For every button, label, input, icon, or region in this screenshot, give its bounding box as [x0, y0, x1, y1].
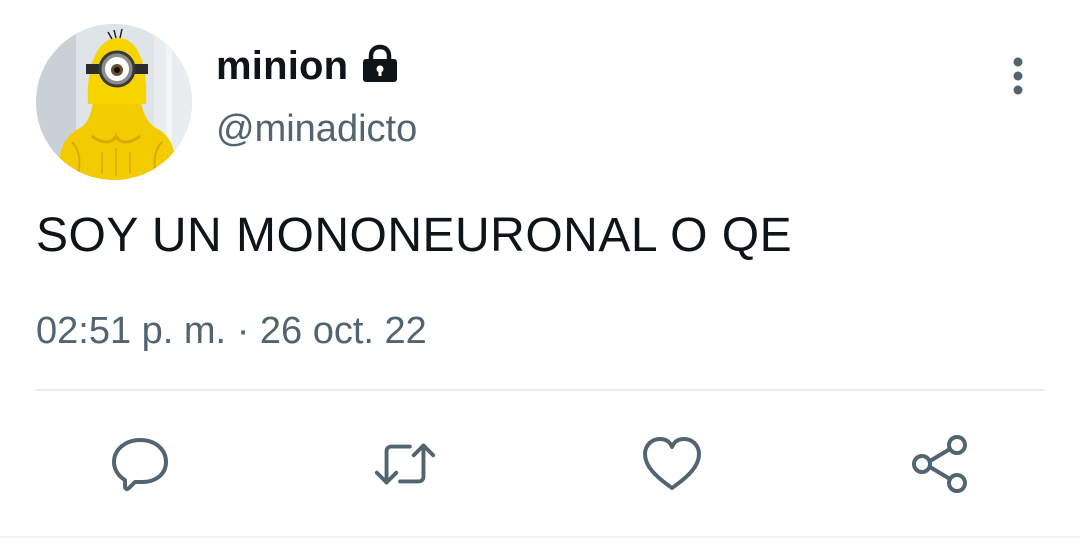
- user-handle[interactable]: @minadicto: [216, 108, 417, 151]
- reply-button[interactable]: [106, 430, 174, 498]
- minion-avatar-image: [36, 24, 192, 180]
- retweet-button[interactable]: [371, 430, 439, 498]
- tweet-meta: 02:51 p. m. · 26 oct. 22: [36, 310, 427, 353]
- more-vertical-icon: [1013, 57, 1023, 95]
- tweet-detail: minion @minadicto SOY UN MONONEURONAL O …: [0, 0, 1080, 555]
- share-icon: [912, 435, 967, 493]
- more-options-button[interactable]: [996, 50, 1040, 102]
- meta-separator: ·: [236, 310, 250, 352]
- divider: [36, 389, 1044, 391]
- heart-icon: [643, 437, 701, 490]
- tweet-time[interactable]: 02:51 p. m.: [36, 310, 226, 352]
- tweet-date[interactable]: 26 oct. 22: [260, 310, 427, 352]
- share-button[interactable]: [906, 430, 974, 498]
- tweet-text: SOY UN MONONEURONAL O QE: [36, 209, 793, 262]
- lock-icon: [358, 44, 402, 84]
- like-button[interactable]: [638, 430, 706, 498]
- author-name-row: minion: [216, 40, 402, 92]
- reply-icon: [112, 438, 168, 492]
- avatar[interactable]: [36, 24, 192, 180]
- bottom-divider: [0, 536, 1080, 538]
- retweet-icon: [374, 443, 436, 485]
- display-name[interactable]: minion: [216, 44, 348, 89]
